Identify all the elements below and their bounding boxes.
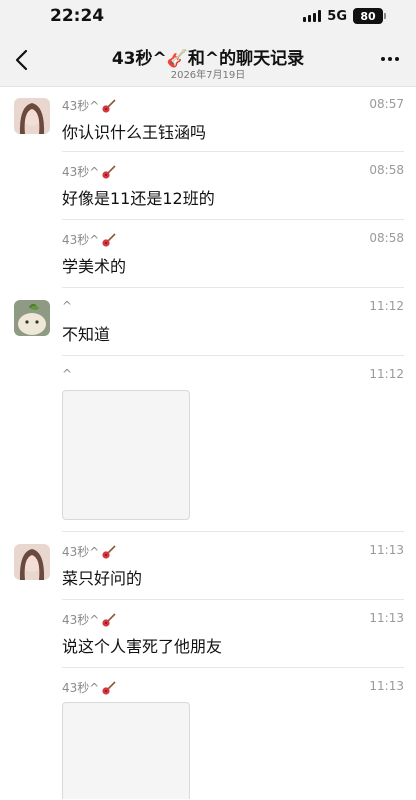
- message-item: ^ 11:12 不知道: [0, 288, 416, 356]
- sender-meta: 43秒^: [62, 97, 117, 114]
- sender-name: 43秒^: [62, 233, 100, 247]
- message-item: 43秒^ 08:58 好像是11还是12班的: [0, 152, 416, 220]
- message-time: 08:58: [369, 163, 404, 177]
- status-bar: 22:24 5G 80: [0, 0, 416, 34]
- page-subtitle: 2026年7月19日: [170, 70, 246, 81]
- message-text[interactable]: 好像是11还是12班的: [62, 185, 215, 209]
- message-item: 43秒^ 08:58 学美术的: [0, 220, 416, 288]
- message-item: 43秒^ 11:13 菜只好问的: [0, 532, 416, 600]
- message-time: 08:58: [369, 231, 404, 245]
- message-item: 43秒^ 08:57 你认识什么王钰涵吗: [0, 86, 416, 152]
- signal-icon: [303, 10, 322, 22]
- sender-meta: 43秒^: [62, 231, 117, 248]
- sender-meta: 43秒^: [62, 543, 117, 560]
- message-time: 11:12: [369, 299, 404, 313]
- message-time: 11:12: [369, 367, 404, 381]
- sender-meta: 43秒^: [62, 679, 117, 696]
- nav-bar: 43秒^🎸和^的聊天记录 2026年7月19日: [0, 34, 416, 87]
- network-type: 5G: [327, 8, 347, 24]
- message-time: 11:13: [369, 679, 404, 693]
- message-text[interactable]: 说这个人害死了他朋友: [62, 633, 222, 657]
- message-item: 43秒^ 11:13 说这个人害死了他朋友: [0, 600, 416, 668]
- sender-name: 43秒^: [62, 99, 100, 113]
- message-list: 43秒^ 08:57 你认识什么王钰涵吗 43秒^ 08:58 好像是11还是1…: [0, 86, 416, 800]
- message-time: 11:13: [369, 611, 404, 625]
- message-text[interactable]: 学美术的: [62, 253, 126, 277]
- guitar-icon: [102, 232, 116, 247]
- message-time: 08:57: [369, 97, 404, 111]
- guitar-icon: [102, 164, 116, 179]
- battery-tip: [384, 13, 386, 19]
- guitar-icon: [102, 98, 116, 113]
- guitar-icon: [102, 544, 116, 559]
- image-attachment[interactable]: [62, 702, 190, 799]
- avatar[interactable]: [14, 98, 50, 134]
- avatar[interactable]: [14, 300, 50, 336]
- sender-name: ^: [62, 299, 73, 313]
- sender-name: 43秒^: [62, 681, 100, 695]
- avatar[interactable]: [14, 544, 50, 580]
- status-time: 22:24: [50, 6, 105, 26]
- message-item: 43秒^ 11:13: [0, 668, 416, 800]
- sender-name: ^: [62, 367, 73, 381]
- sender-meta: ^: [62, 367, 72, 381]
- sender-meta: 43秒^: [62, 611, 117, 628]
- guitar-icon: [102, 680, 116, 695]
- image-attachment[interactable]: [62, 390, 190, 520]
- sender-name: 43秒^: [62, 613, 100, 627]
- battery-icon: 80: [353, 8, 383, 24]
- message-time: 11:13: [369, 543, 404, 557]
- message-text[interactable]: 你认识什么王钰涵吗: [62, 119, 206, 143]
- status-indicators: 5G 80: [303, 8, 386, 24]
- more-icon[interactable]: [376, 44, 404, 74]
- message-text[interactable]: 菜只好问的: [62, 565, 142, 589]
- guitar-icon: [102, 612, 116, 627]
- sender-name: 43秒^: [62, 165, 100, 179]
- message-item: ^ 11:12: [0, 356, 416, 532]
- sender-meta: 43秒^: [62, 163, 117, 180]
- message-text[interactable]: 不知道: [62, 321, 110, 345]
- sender-meta: ^: [62, 299, 72, 313]
- sender-name: 43秒^: [62, 545, 100, 559]
